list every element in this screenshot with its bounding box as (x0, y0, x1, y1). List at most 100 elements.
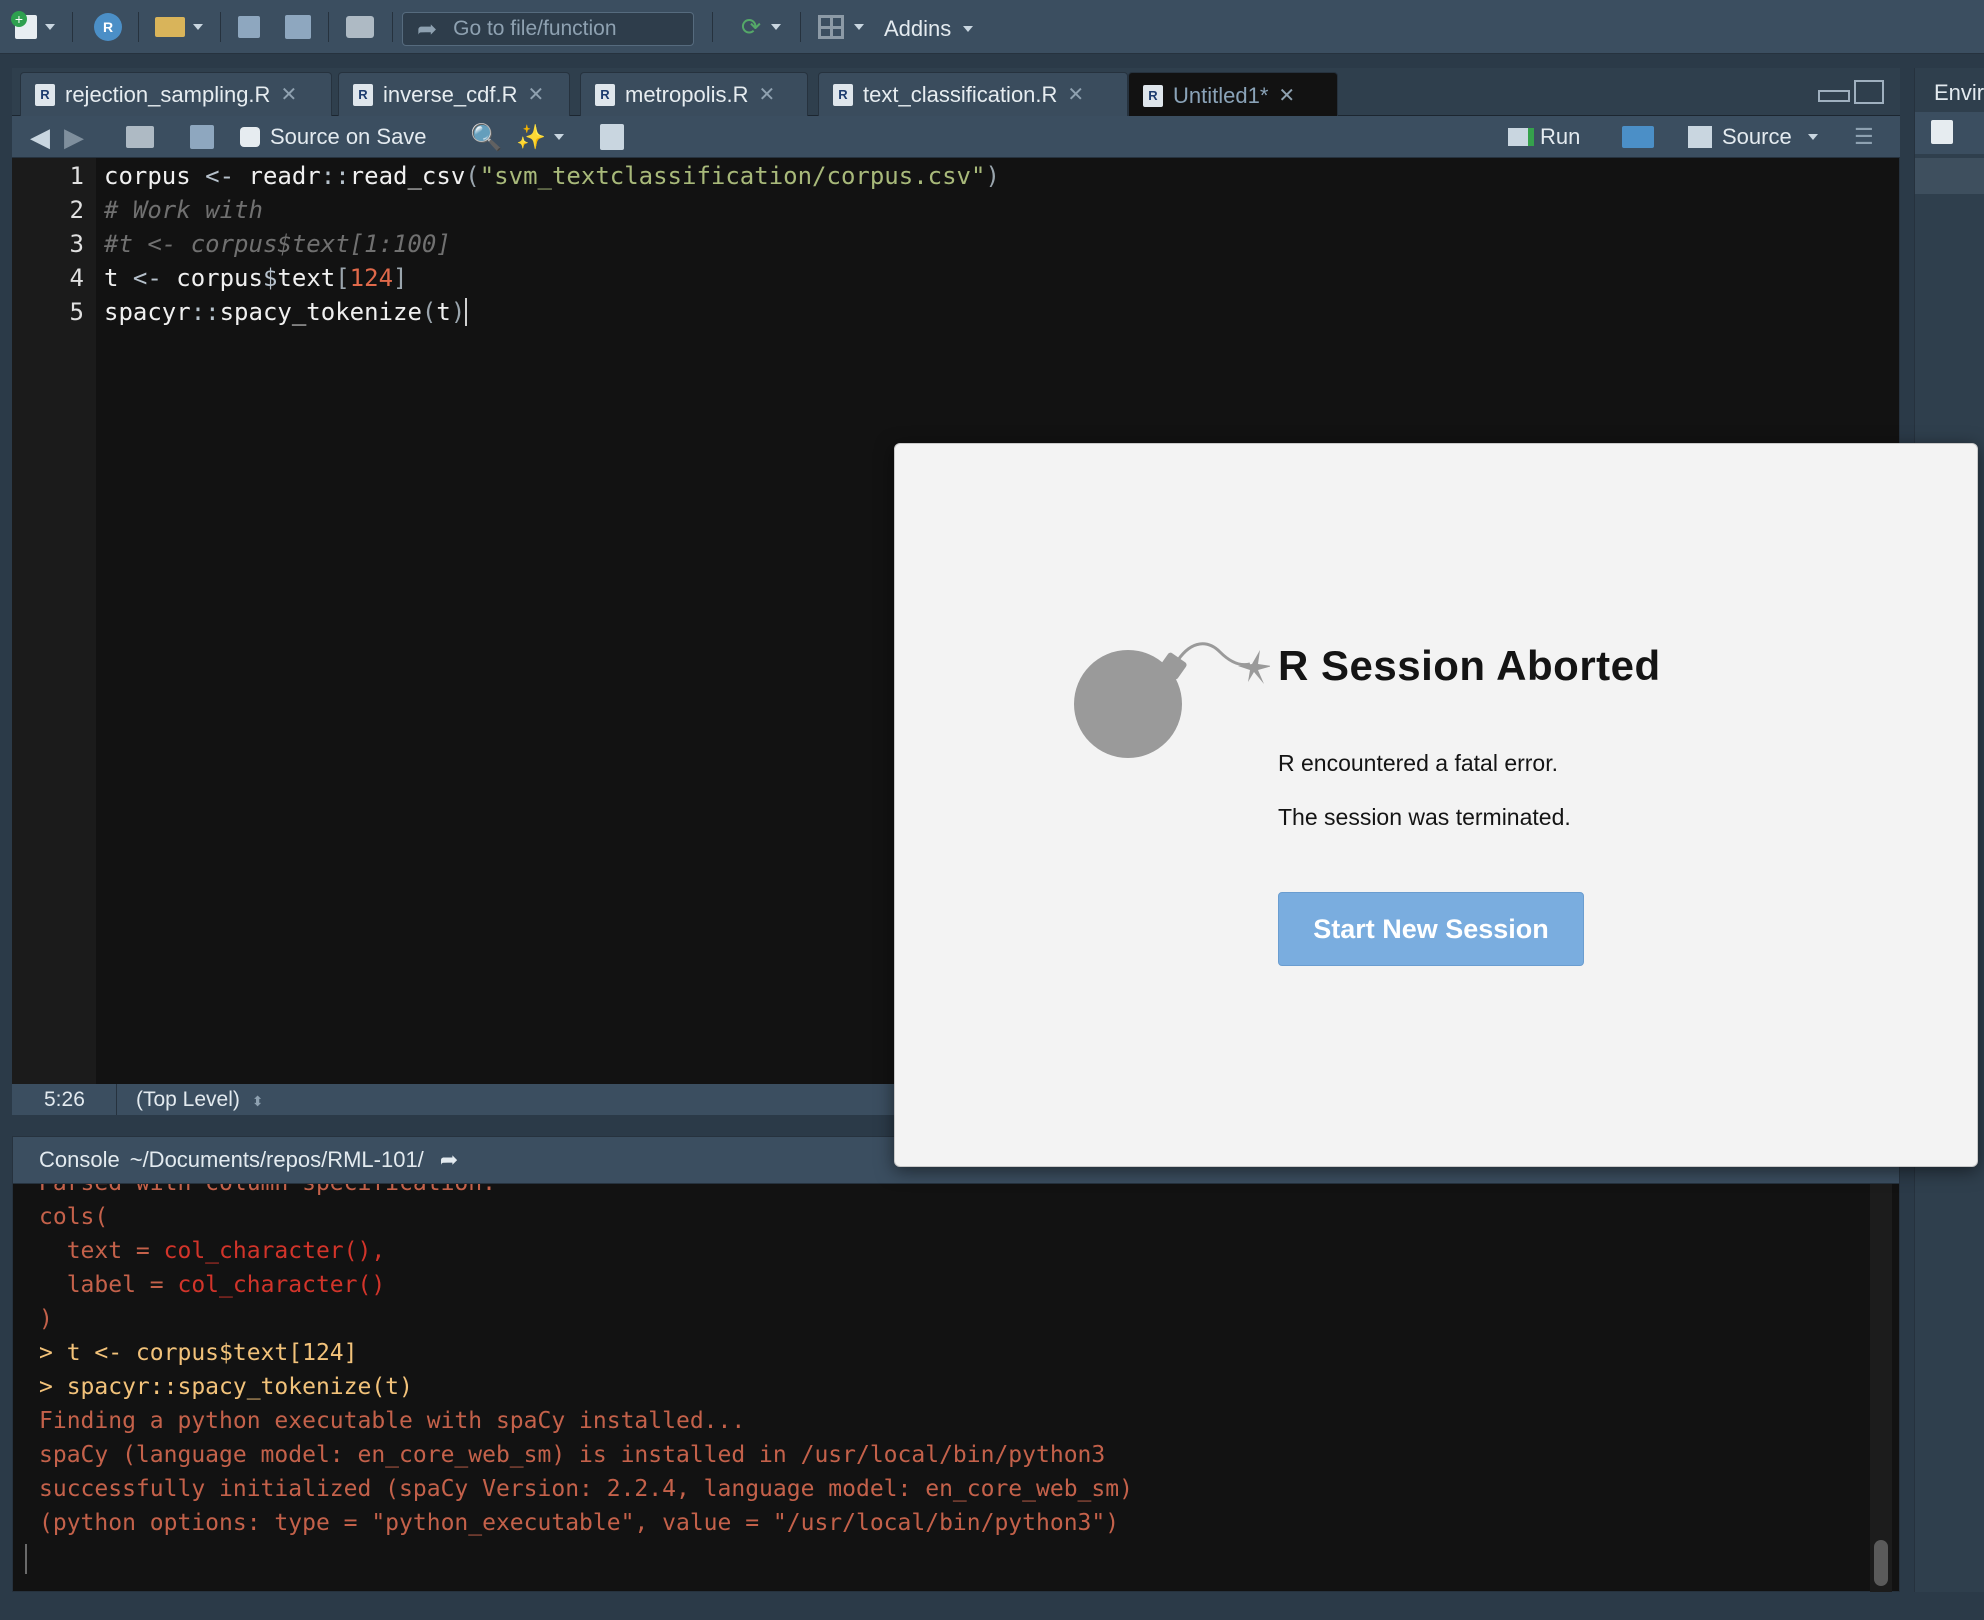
open-file-button[interactable] (148, 12, 210, 42)
outline-icon: ☰ (1854, 124, 1874, 149)
console-line: text = col_character(), (39, 1238, 386, 1264)
close-icon[interactable]: ✕ (1278, 83, 1295, 108)
code-line-1: corpus <- readr::read_csv("svm_textclass… (104, 162, 1000, 190)
dialog-message: R encountered a fatal error. (1278, 750, 1558, 776)
r-file-icon: R (595, 83, 615, 106)
print-button[interactable] (340, 12, 380, 42)
console-line: spaCy (language model: en_core_web_sm) i… (39, 1442, 1106, 1468)
addins-menu[interactable]: Addins (884, 14, 974, 44)
source-icon (1688, 126, 1712, 148)
console-line: cols( (39, 1204, 109, 1230)
chevron-down-icon (771, 24, 782, 30)
goto-placeholder: Go to file/function (453, 17, 617, 40)
tab-environment[interactable]: Envir (1934, 80, 1984, 106)
save-button[interactable] (232, 12, 266, 42)
save-all-icon (285, 15, 311, 39)
go-to-directory-icon[interactable]: ➦ (440, 1147, 458, 1173)
dialog-title: R Session Aborted (1278, 642, 1661, 689)
code-line-5: spacyr::spacy_tokenize(t) (104, 298, 468, 326)
line-number: 4 (69, 264, 84, 292)
console-line: label = col_character() (39, 1272, 386, 1298)
close-icon[interactable]: ✕ (1067, 82, 1084, 107)
scope-selector[interactable]: (Top Level) ⬍ (136, 1088, 263, 1112)
line-number: 3 (69, 230, 84, 258)
tab-label: inverse_cdf.R (383, 81, 518, 107)
console-scroll-thumb[interactable] (1874, 1540, 1888, 1586)
git-icon: ⟳ (740, 13, 762, 41)
new-project-button[interactable]: R (86, 12, 130, 42)
tab-inverse-cdf[interactable]: R inverse_cdf.R ✕ (338, 72, 570, 116)
close-icon[interactable]: ✕ (528, 82, 545, 107)
tab-text-classification[interactable]: R text_classification.R ✕ (818, 72, 1128, 116)
rerun-icon (1622, 126, 1654, 148)
version-control-button[interactable]: ⟳ (730, 12, 792, 42)
toolbar-divider (328, 12, 329, 42)
console-line: Finding a python executable with spaCy i… (39, 1408, 746, 1434)
editor-status-bar: 5:26 (Top Level) ⬍ (12, 1084, 900, 1115)
save-icon (238, 16, 260, 38)
tab-rejection-sampling[interactable]: R rejection_sampling.R ✕ (20, 72, 332, 116)
line-number: 1 (69, 162, 84, 190)
goto-arrow-icon: ➦ (417, 15, 438, 43)
save-icon (190, 125, 214, 149)
console-tab[interactable]: Console (39, 1147, 120, 1173)
find-replace-button[interactable]: 🔍 (470, 121, 502, 153)
new-file-button[interactable]: + (8, 11, 62, 42)
tab-untitled1[interactable]: R Untitled1* ✕ (1128, 72, 1338, 118)
toolbar-divider (220, 12, 221, 42)
run-button[interactable]: Run (1508, 121, 1580, 153)
workspace-panes-button[interactable] (812, 12, 870, 42)
close-icon[interactable]: ✕ (280, 82, 297, 107)
maximize-pane-icon[interactable] (1854, 80, 1884, 104)
save-all-button[interactable] (280, 12, 316, 42)
console-scrollbar[interactable] (1870, 1184, 1892, 1592)
line-number-gutter: 1 2 3 4 5 (12, 158, 96, 1084)
toolbar-divider (138, 12, 139, 42)
compile-report-button[interactable] (600, 121, 624, 153)
show-in-window-button[interactable] (126, 121, 154, 153)
save-document-button[interactable] (190, 121, 214, 153)
chevron-down-icon (193, 24, 203, 30)
scope-label: (Top Level) (136, 1088, 240, 1111)
source-button[interactable]: Source (1688, 121, 1818, 153)
arrow-left-icon: ◀ (30, 121, 50, 152)
source-label: Source (1722, 124, 1792, 149)
line-number: 2 (69, 196, 84, 224)
code-line-2: # Work with (104, 196, 263, 224)
tab-metropolis[interactable]: R metropolis.R ✕ (580, 72, 808, 116)
bomb-icon (1070, 642, 1272, 772)
notebook-icon (600, 124, 624, 150)
start-new-session-button[interactable]: Start New Session (1278, 892, 1584, 966)
r-file-icon: R (1143, 84, 1163, 107)
tab-label: rejection_sampling.R (65, 81, 271, 107)
tab-label: text_classification.R (863, 81, 1058, 107)
cursor-position: 5:26 (44, 1088, 85, 1111)
code-tools-button[interactable]: ✨ (516, 121, 564, 153)
console-line: Parsed with column specification: (39, 1184, 496, 1196)
print-icon (346, 16, 374, 38)
chevron-down-icon (553, 134, 564, 140)
rerun-button[interactable] (1622, 121, 1654, 153)
new-project-icon: R (94, 13, 122, 41)
console-command: > spacyr::spacy_tokenize(t) (39, 1374, 413, 1400)
run-icon (1508, 128, 1534, 146)
line-number: 5 (69, 298, 84, 326)
console-cursor (25, 1544, 27, 1574)
new-file-icon: + (11, 11, 37, 39)
chevron-down-icon (963, 26, 974, 32)
goto-file-function-input[interactable]: ➦ Go to file/function (402, 12, 694, 46)
source-on-save-toggle[interactable]: Source on Save (240, 121, 427, 153)
close-icon[interactable]: ✕ (758, 82, 775, 107)
minimize-pane-icon[interactable] (1818, 90, 1850, 102)
folder-open-icon (155, 17, 185, 37)
popout-icon (126, 126, 154, 148)
chevron-down-icon (45, 24, 55, 30)
console-output[interactable]: Parsed with column specification: cols( … (12, 1184, 1900, 1592)
source-on-save-label: Source on Save (270, 124, 427, 149)
back-button[interactable]: ◀ (30, 121, 50, 153)
document-outline-button[interactable]: ☰ (1854, 121, 1874, 153)
import-dataset-icon[interactable] (1931, 120, 1953, 144)
forward-button[interactable]: ▶ (64, 121, 84, 153)
tab-label: metropolis.R (625, 81, 749, 107)
code-line-3: #t <- corpus$text[1:100] (104, 230, 451, 258)
